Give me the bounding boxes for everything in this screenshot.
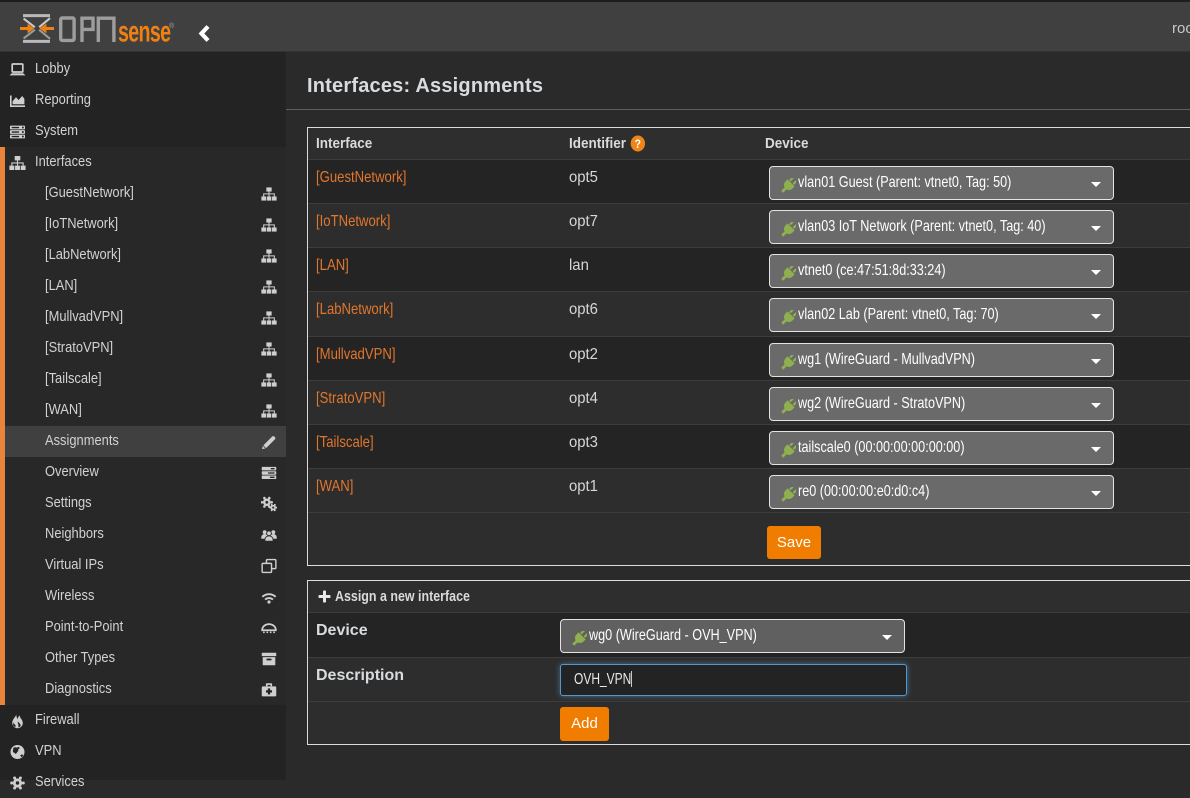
svg-text:®: ® [169, 22, 175, 30]
svg-text:sense: sense [118, 16, 171, 45]
svg-text:?: ? [634, 138, 641, 151]
